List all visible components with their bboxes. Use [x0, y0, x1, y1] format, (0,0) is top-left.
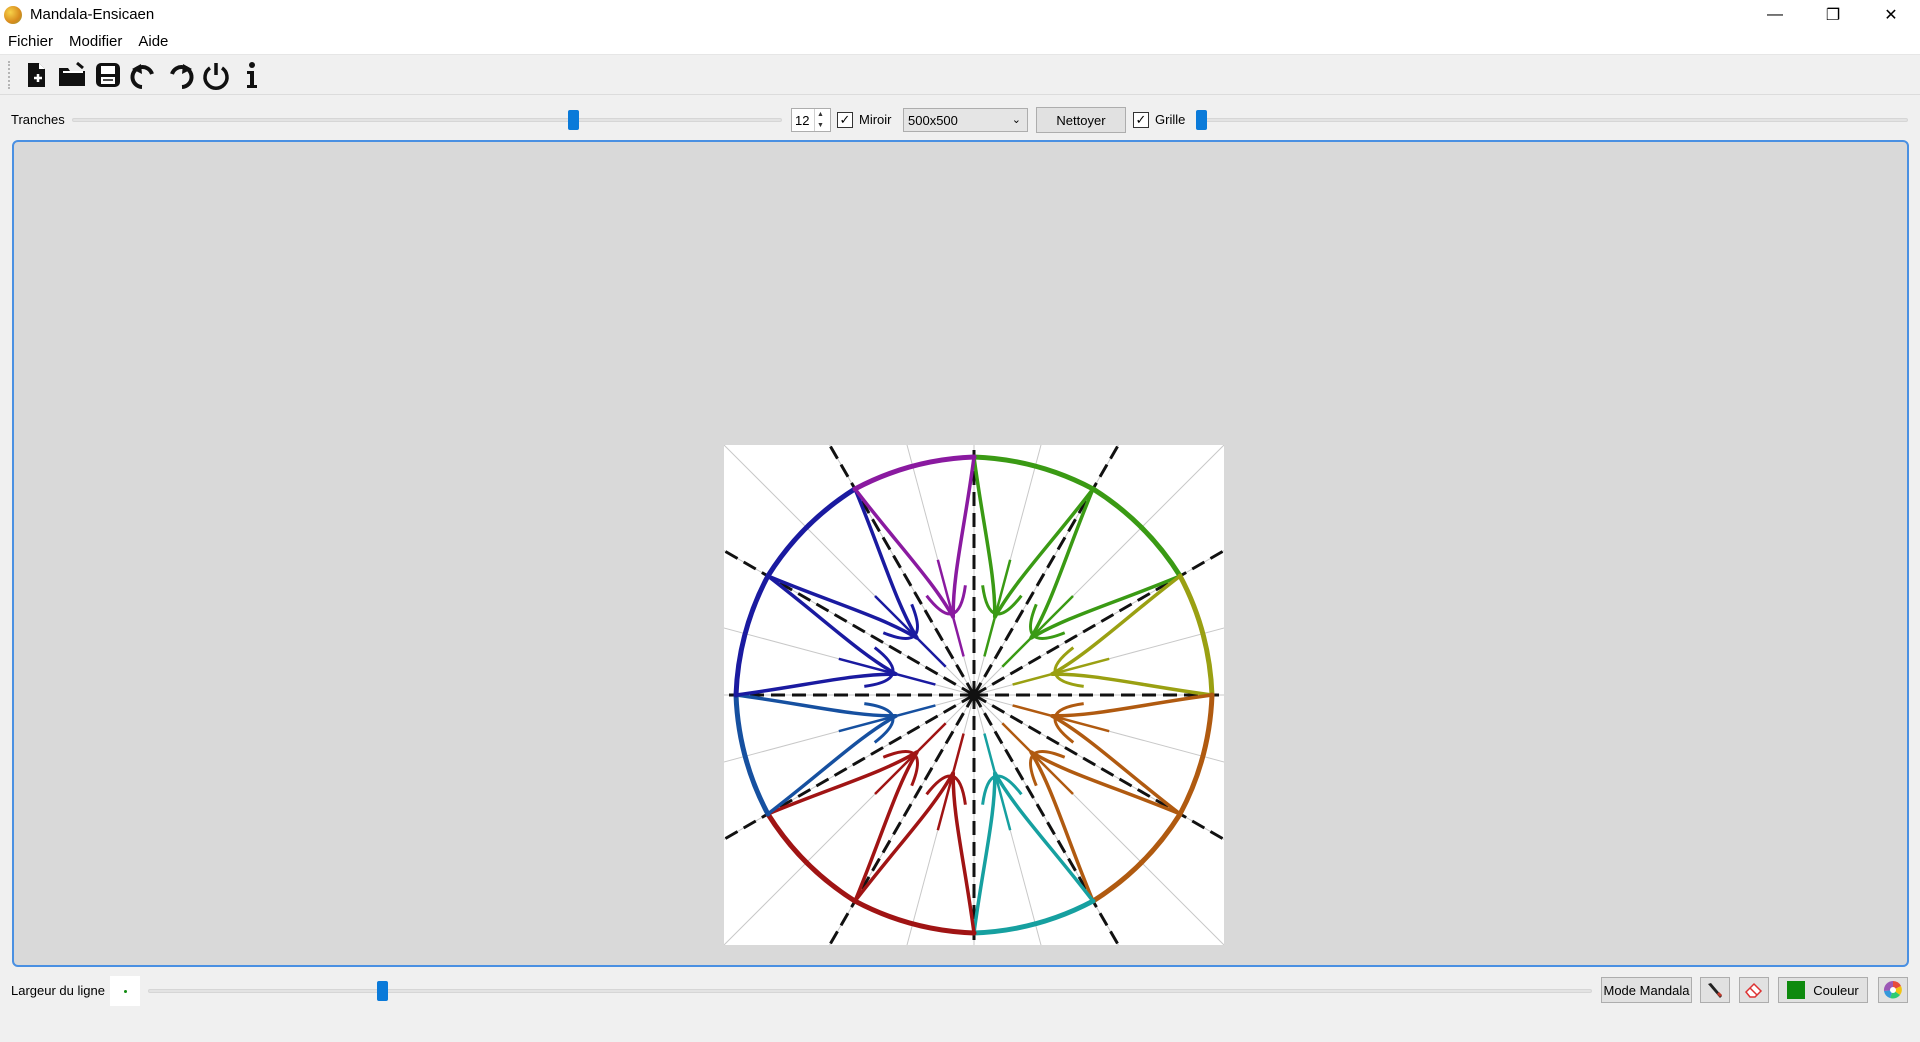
open-button[interactable]	[54, 57, 90, 93]
toolbar-grip[interactable]	[8, 61, 12, 89]
about-button[interactable]	[234, 57, 270, 93]
check-mark-icon: ✓	[839, 112, 851, 127]
slices-slider[interactable]	[72, 118, 782, 122]
line-width-slider-thumb[interactable]	[377, 981, 389, 1001]
menu-bar: Fichier Modifier Aide	[0, 29, 1920, 55]
line-dot	[123, 989, 127, 993]
toolbar	[0, 56, 1920, 95]
color-wheel-icon	[1883, 980, 1902, 999]
bottom-toolbar: Largeur du ligne Mode Mandala Couleur	[0, 975, 1920, 1009]
title-bar: Mandala-Ensicaen — ❐ ✕	[0, 0, 1920, 29]
center-point	[969, 690, 979, 700]
slices-label: Tranches	[11, 112, 65, 127]
grid-line	[627, 694, 975, 896]
close-button[interactable]: ✕	[1862, 0, 1920, 29]
slices-slider-thumb[interactable]	[568, 110, 580, 130]
mandala-canvas[interactable]	[574, 295, 1374, 1042]
slice-line	[972, 694, 1176, 1042]
line-width-label: Largeur du ligne	[11, 983, 105, 998]
color-label: Couleur	[1813, 982, 1859, 998]
color-button[interactable]: Couleur	[1778, 977, 1868, 1003]
save-button[interactable]	[90, 57, 126, 93]
options-row: Tranches 12 ▲ ▼ ✓ Miroir 500x500 ⌄ Nettoy…	[0, 104, 1920, 136]
grid-line	[973, 694, 1175, 1042]
grid-line	[773, 694, 975, 1042]
power-icon	[203, 63, 229, 90]
check-mark-icon: ✓	[1135, 112, 1147, 127]
undo-icon	[130, 64, 154, 89]
new-file-icon	[28, 63, 45, 87]
save-icon	[96, 63, 120, 87]
grid-line	[973, 494, 1321, 696]
canvas-frame	[12, 140, 1909, 1042]
window-controls: — ❐ ✕	[1746, 0, 1920, 29]
slices-spin-arrows[interactable]: ▲ ▼	[814, 109, 826, 131]
pen-button[interactable]	[1700, 977, 1730, 1003]
pen-icon	[1708, 983, 1723, 998]
grid-slider[interactable]	[1196, 118, 1908, 122]
quit-button[interactable]	[198, 57, 234, 93]
grid-label: Grille	[1155, 112, 1186, 127]
minimize-button[interactable]: —	[1746, 0, 1804, 29]
open-folder-icon	[59, 61, 85, 86]
mirror-label: Miroir	[859, 112, 892, 127]
app-window: Mandala-Ensicaen — ❐ ✕ Fichier Modifier …	[0, 0, 1920, 1042]
slice-line	[772, 694, 976, 1042]
grid-slider-thumb[interactable]	[1196, 110, 1207, 130]
clear-button[interactable]: Nettoyer	[1036, 107, 1126, 133]
grid-line	[973, 348, 1175, 696]
palette-button[interactable]	[1878, 977, 1908, 1003]
chevron-down-icon: ⌄	[1011, 114, 1021, 126]
slice-line	[973, 493, 1322, 697]
grid-line	[773, 348, 975, 696]
slices-spinbox[interactable]: 12 ▲ ▼	[791, 108, 831, 132]
size-select[interactable]: 500x500 ⌄	[903, 108, 1028, 132]
eraser-icon	[1744, 982, 1763, 998]
new-file-button[interactable]	[18, 57, 54, 93]
app-logo-icon	[4, 5, 22, 24]
redo-icon	[170, 64, 194, 89]
window-title: Mandala-Ensicaen	[30, 6, 155, 23]
current-color-swatch	[1787, 981, 1806, 999]
redo-button[interactable]	[162, 57, 198, 93]
slice-line	[972, 347, 1176, 696]
mode-mandala-button[interactable]: Mode Mandala	[1601, 977, 1692, 1003]
undo-button[interactable]	[126, 57, 162, 93]
menu-aide[interactable]: Aide	[130, 33, 176, 50]
mandala-drawing	[574, 295, 1374, 1042]
grid-line	[627, 494, 975, 696]
eraser-button[interactable]	[1739, 977, 1769, 1003]
slice-line	[626, 493, 975, 697]
maximize-button[interactable]: ❐	[1804, 0, 1862, 29]
line-width-slider[interactable]	[148, 989, 1592, 993]
slice-line	[772, 347, 976, 696]
grid-checkbox[interactable]: ✓	[1133, 112, 1149, 128]
size-select-value: 500x500	[908, 112, 958, 128]
line-width-preview	[110, 976, 140, 1006]
mirror-checkbox[interactable]: ✓	[837, 112, 853, 128]
slice-line	[626, 693, 975, 897]
menu-fichier[interactable]: Fichier	[0, 33, 61, 50]
slice-line	[973, 693, 1322, 897]
info-icon	[247, 62, 257, 88]
menu-modifier[interactable]: Modifier	[61, 33, 130, 50]
slices-value: 12	[795, 112, 810, 128]
grid-line	[973, 694, 1321, 896]
